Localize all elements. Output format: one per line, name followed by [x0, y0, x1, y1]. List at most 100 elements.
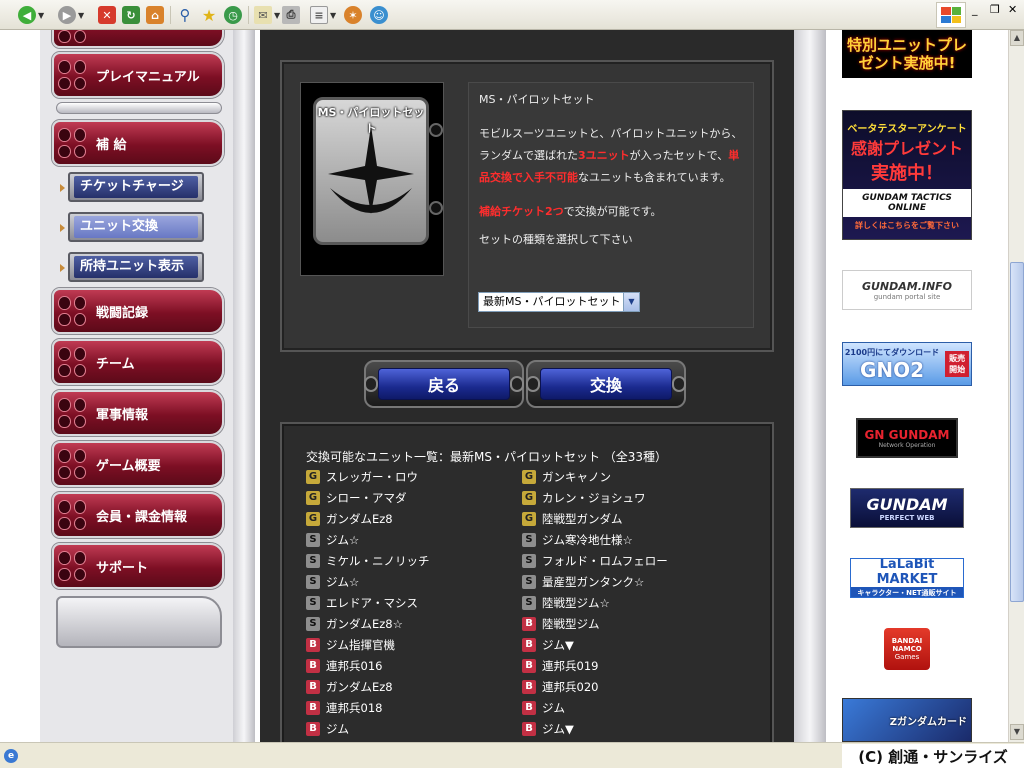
- zeon-emblem-icon: [328, 126, 414, 214]
- banner-bandai-namco[interactable]: BANDAI NAMCO Games: [884, 628, 930, 670]
- set-type-select[interactable]: 最新MS・パイロットセット ▼: [478, 292, 640, 312]
- windows-logo-icon: [936, 2, 966, 28]
- unit-name: 連邦兵020: [542, 680, 599, 694]
- unit-name: ガンダムEz8: [326, 512, 393, 526]
- back-button[interactable]: 戻る: [364, 360, 524, 408]
- grade-badge: S: [306, 575, 320, 589]
- nav-item-game-overview[interactable]: ゲーム概要: [52, 441, 224, 487]
- banner-gno[interactable]: GN GUNDAM Network Operation: [856, 418, 958, 458]
- unit-name: 連邦兵018: [326, 701, 383, 715]
- grade-badge: S: [522, 575, 536, 589]
- unit-list-title: 交換可能なユニット一覧：最新MS・パイロットセット （全33種）: [306, 450, 668, 464]
- messenger-button[interactable]: ☺: [370, 5, 388, 25]
- banner-z-gundam-card[interactable]: Zガンダムカード: [842, 698, 972, 742]
- chevron-down-icon[interactable]: ▼: [623, 293, 639, 311]
- history-button[interactable]: ◷: [224, 5, 242, 25]
- unit-name: 陸戦型ジム: [542, 617, 600, 631]
- subnav-owned-units[interactable]: 所持ユニット表示: [60, 252, 204, 282]
- refresh-button[interactable]: ↻: [122, 5, 140, 25]
- unit-list-item: B 連邦兵019: [522, 657, 598, 675]
- minimize-icon[interactable]: _: [972, 3, 978, 16]
- unit-list-item: G 陸戦型ガンダム: [522, 510, 623, 528]
- unit-list-item: B 連邦兵020: [522, 678, 598, 696]
- unit-list-item: G スレッガー・ロウ: [306, 468, 418, 486]
- scroll-up-icon[interactable]: ▲: [1010, 30, 1024, 46]
- banner-text: gundam portal site: [873, 292, 941, 301]
- stop-button[interactable]: ✕: [98, 5, 116, 25]
- print-button[interactable]: ⎙: [282, 5, 300, 25]
- nav-item-military-info[interactable]: 軍事情報: [52, 390, 224, 436]
- banner-lalabit-market[interactable]: LaLaBit MARKET キャラクター・NET通販サイト: [850, 558, 964, 598]
- unit-name: 連邦兵019: [542, 659, 599, 673]
- banner-special-unit[interactable]: 特別ユニットプレゼント実施中!: [842, 30, 972, 78]
- grade-badge: G: [306, 512, 320, 526]
- nav-item-team[interactable]: チーム: [52, 339, 224, 385]
- nav-bottom-plate: [56, 596, 222, 648]
- banner-text: GUNDAM.INFO: [861, 279, 953, 293]
- banner-beta-tester[interactable]: ベータテスターアンケート 感謝プレゼント 実施中！ GUNDAM TACTICS…: [842, 110, 972, 240]
- nav-item-top-partial[interactable]: [52, 30, 224, 48]
- search-button[interactable]: ⚲: [176, 5, 194, 25]
- vertical-scrollbar[interactable]: ▲ ▼: [1008, 30, 1024, 742]
- mail-button[interactable]: ✉ ▼: [254, 5, 280, 25]
- subnav-ticket-charge[interactable]: チケットチャージ: [60, 172, 204, 202]
- nav-item-support[interactable]: サポート: [52, 543, 224, 589]
- unit-list-item: S ジム☆: [306, 573, 359, 591]
- document-icon: ≡: [310, 6, 328, 24]
- nav-item-label: 会員・課金情報: [96, 509, 188, 525]
- banner-text: 2100円にてダウンロード: [844, 347, 940, 357]
- scroll-thumb[interactable]: [1010, 262, 1024, 602]
- subnav-unit-exchange[interactable]: ユニット交換: [60, 212, 204, 242]
- unit-list-item: B ガンダムEz8: [306, 678, 393, 696]
- restore-icon[interactable]: ❐: [990, 3, 1000, 16]
- subnav-label: 所持ユニット表示: [74, 256, 198, 278]
- history-icon: ◷: [224, 6, 242, 24]
- nav-item-member-billing[interactable]: 会員・課金情報: [52, 492, 224, 538]
- grade-badge: S: [522, 554, 536, 568]
- subnav-label: チケットチャージ: [74, 176, 198, 198]
- favorites-button[interactable]: ★: [200, 5, 218, 25]
- edit-button[interactable]: ≡ ▼: [310, 5, 336, 25]
- unit-name: カレン・ジョシュワ: [542, 491, 646, 505]
- grade-badge: B: [522, 617, 536, 631]
- unit-name: スレッガー・ロウ: [326, 470, 418, 484]
- banner-text: キャラクター・NET通販サイト: [851, 587, 963, 597]
- select-label: セットの種類を選択して下さい: [479, 233, 633, 246]
- unit-list-item: S 量産型ガンタンク☆: [522, 573, 644, 591]
- back-nav-button[interactable]: ◀ ▼: [18, 5, 44, 25]
- home-icon: ⌂: [146, 6, 164, 24]
- banner-text: PERFECT WEB: [879, 513, 935, 522]
- close-icon[interactable]: ✕: [1008, 3, 1017, 16]
- nav-item-play-manual[interactable]: プレイマニュアル: [52, 52, 224, 98]
- nav-item-battle-record[interactable]: 戦闘記録: [52, 288, 224, 334]
- nav-item-supply[interactable]: 補 給: [52, 120, 224, 166]
- grade-badge: G: [306, 470, 320, 484]
- scroll-down-icon[interactable]: ▼: [1010, 724, 1024, 740]
- unit-list-item: B 連邦兵018: [306, 699, 382, 717]
- nav-item-label: プレイマニュアル: [96, 69, 200, 85]
- banner-text: GNO2: [859, 357, 925, 382]
- home-button[interactable]: ⌂: [146, 5, 164, 25]
- grade-badge: B: [522, 680, 536, 694]
- discuss-icon: ✶: [344, 6, 362, 24]
- grade-badge: B: [306, 722, 320, 736]
- grade-badge: B: [306, 659, 320, 673]
- set-card-image: MS・パイロットセット: [300, 82, 444, 276]
- forward-nav-button[interactable]: ▶ ▼: [58, 5, 84, 25]
- banner-perfect-web[interactable]: GUNDAM PERFECT WEB: [850, 488, 964, 528]
- banner-gno2[interactable]: 2100円にてダウンロード GNO2 販売開始: [842, 342, 972, 386]
- messenger-icon: ☺: [370, 6, 388, 24]
- discuss-button[interactable]: ✶: [344, 5, 362, 25]
- exchange-button[interactable]: 交換: [526, 360, 686, 408]
- unit-list-item: G シロー・アマダ: [306, 489, 407, 507]
- banner-logo: GUNDAM TACTICS ONLINE: [843, 188, 971, 217]
- set-name: MS・パイロットセット: [479, 93, 595, 106]
- nav-item-label: サポート: [96, 560, 149, 576]
- unit-list-panel: 交換可能なユニット一覧：最新MS・パイロットセット （全33種） G スレッガー・…: [280, 422, 774, 742]
- star-icon: ★: [201, 5, 217, 25]
- grade-badge: S: [522, 596, 536, 610]
- banner-text: 実施中！: [871, 162, 943, 184]
- banner-gundam-info[interactable]: GUNDAM.INFO gundam portal site: [842, 270, 972, 310]
- left-nav: プレイマニュアル 補 給 チケットチャージ ユニット交換 所持ユニット表示 戦闘…: [40, 30, 255, 742]
- printer-icon: ⎙: [282, 6, 300, 24]
